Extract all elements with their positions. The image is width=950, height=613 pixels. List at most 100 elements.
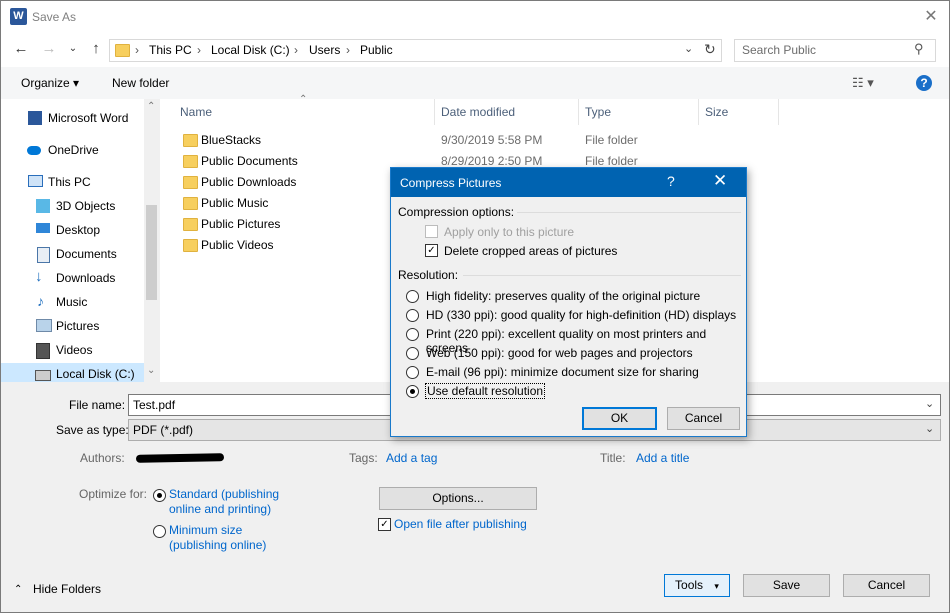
optimize-standard-label-1[interactable]: Standard (publishing [169,487,279,501]
sidebar-item-desktop[interactable]: Desktop [1,219,144,241]
resolution-hd-label[interactable]: HD (330 ppi): good quality for high-defi… [426,308,736,322]
sidebar-item-music[interactable]: ♪ Music [1,291,144,313]
search-box[interactable]: Search Public ⚲ [734,39,936,62]
drive-icon [35,370,51,381]
column-header-type[interactable]: Type [585,105,611,119]
folder-icon [183,176,198,189]
resolution-hd-radio[interactable] [406,309,419,322]
dialog-cancel-button[interactable]: Cancel [667,407,740,430]
back-arrow-icon[interactable]: ← [11,39,31,59]
breadcrumb-separator: › [135,43,139,57]
open-after-publishing-checkbox[interactable]: ✓ [378,518,391,531]
file-name-label: File name: [69,398,126,412]
resolution-default-label[interactable]: Use default resolution [425,383,546,399]
tools-menu-button[interactable]: Tools ▾ [664,574,730,597]
sidebar-item-microsoft-word[interactable]: Microsoft Word [1,107,144,129]
window-title: Save As [32,10,77,24]
optimize-minimum-label-1[interactable]: Minimum size [169,523,242,537]
file-row[interactable]: Public Videos [176,235,376,256]
hide-folders-button[interactable]: Hide Folders [33,582,101,596]
chevron-down-icon[interactable]: ⌄ [925,422,934,435]
sidebar-item-3d-objects[interactable]: 3D Objects [1,195,144,217]
scroll-up-icon[interactable]: ⌃ [147,101,155,112]
file-row[interactable]: Public Music [176,193,376,214]
chevron-up-icon[interactable]: ⌃ [14,584,22,595]
breadcrumb-this-pc[interactable]: This PC [149,43,192,57]
resolution-high-fidelity-radio[interactable] [406,290,419,303]
apply-only-checkbox[interactable] [425,225,438,238]
resolution-default-radio[interactable] [406,385,419,398]
column-header-name[interactable]: Name [180,105,212,119]
file-type: File folder [585,154,638,168]
view-options-icon[interactable]: ☷ ▾ [852,75,874,91]
word-icon [28,111,42,125]
refresh-icon[interactable]: ↻ [704,41,716,58]
dialog-help-button[interactable]: ? [667,173,675,189]
music-icon: ♪ [37,293,44,309]
recent-locations-chevron-icon[interactable]: ⌄ [63,39,83,59]
organize-menu[interactable]: Organize ▾ [21,76,79,90]
chevron-down-icon[interactable]: ⌄ [925,397,934,410]
sidebar-item-label: Videos [56,343,93,357]
optimize-minimum-label-2[interactable]: (publishing online) [169,538,266,552]
word-app-icon: W [10,8,27,25]
desktop-icon [36,223,50,233]
file-row[interactable]: Public Downloads [176,172,376,193]
options-button[interactable]: Options... [379,487,537,510]
sidebar-item-videos[interactable]: Videos [1,339,144,361]
file-row[interactable]: BlueStacks 9/30/2019 5:58 PM File folder [176,130,736,151]
sidebar-item-this-pc[interactable]: This PC [1,171,144,193]
delete-cropped-checkbox[interactable]: ✓ [425,244,438,257]
column-header-date-modified[interactable]: Date modified [441,105,515,119]
folder-icon [183,134,198,147]
file-row[interactable]: Public Pictures [176,214,376,235]
address-dropdown-icon[interactable]: ⌄ [684,42,693,55]
folder-icon [183,155,198,168]
resolution-web-radio[interactable] [406,347,419,360]
search-icon: ⚲ [914,41,924,56]
column-header-size[interactable]: Size [705,105,728,119]
save-as-window: W Save As ✕ ← → ⌄ ↑ › This PC › Local Di… [0,0,950,613]
save-button[interactable]: Save [743,574,830,597]
sidebar-item-onedrive[interactable]: OneDrive [1,139,144,161]
resolution-header: Resolution: [398,268,459,282]
resolution-email-radio[interactable] [406,366,419,379]
address-bar[interactable]: › This PC › Local Disk (C:) › Users › Pu… [109,39,722,62]
column-divider [434,99,435,125]
sidebar-item-documents[interactable]: Documents [1,243,144,265]
open-after-publishing-label[interactable]: Open file after publishing [394,517,527,531]
sidebar-item-label: Music [56,295,88,309]
file-type: File folder [585,133,638,147]
navigation-scrollbar[interactable]: ⌃ ⌄ [144,99,159,382]
breadcrumb-users[interactable]: Users [309,43,340,57]
close-window-button[interactable]: ✕ [917,5,945,29]
optimize-standard-radio[interactable] [153,489,166,502]
forward-arrow-icon[interactable]: → [39,39,59,59]
up-arrow-icon[interactable]: ↑ [86,39,106,59]
resolution-web-label[interactable]: Web (150 ppi): good for web pages and pr… [426,346,693,360]
scroll-down-icon[interactable]: ⌄ [147,365,155,376]
cancel-button[interactable]: Cancel [843,574,930,597]
new-folder-button[interactable]: New folder [112,76,169,90]
breadcrumb-local-disk[interactable]: Local Disk (C:) [211,43,290,57]
help-icon[interactable]: ? [916,75,932,91]
resolution-high-fidelity-label[interactable]: High fidelity: preserves quality of the … [426,289,700,303]
scrollbar-thumb[interactable] [146,205,157,300]
dialog-close-icon[interactable]: ✕ [713,171,727,191]
file-name-value: Test.pdf [133,398,176,412]
resolution-email-label[interactable]: E-mail (96 ppi): minimize document size … [426,365,699,379]
dialog-ok-button[interactable]: OK [582,407,657,430]
tags-input[interactable]: Add a tag [386,451,437,465]
folder-icon [183,197,198,210]
sidebar-item-label: Pictures [56,319,100,333]
sidebar-item-pictures[interactable]: Pictures [1,315,144,337]
video-icon [36,343,50,359]
title-input[interactable]: Add a title [636,451,689,465]
optimize-standard-label-2[interactable]: online and printing) [169,502,271,516]
optimize-minimum-radio[interactable] [153,525,166,538]
column-divider [698,99,699,125]
sidebar-item-downloads[interactable]: ↓ Downloads [1,267,144,289]
breadcrumb-public[interactable]: Public [360,43,393,57]
search-input[interactable]: Search Public [742,43,816,57]
resolution-print-radio[interactable] [406,328,419,341]
